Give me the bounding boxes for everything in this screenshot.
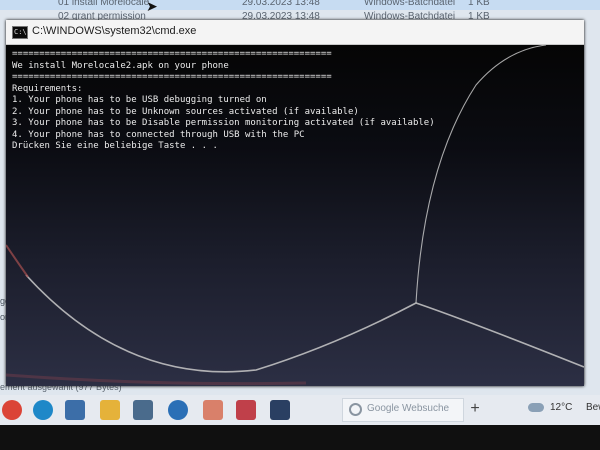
window-title: C:\WINDOWS\system32\cmd.exe — [32, 25, 197, 37]
cmd-window[interactable]: C:\ C:\WINDOWS\system32\cmd.exe ========… — [6, 20, 584, 386]
app-icon[interactable] — [203, 400, 223, 420]
monitor-bezel — [0, 425, 600, 450]
network-app-icon[interactable] — [168, 400, 188, 420]
file-size: 1 KB — [468, 0, 490, 8]
console-output[interactable]: ========================================… — [6, 45, 584, 386]
search-placeholder: Google Websuche — [367, 403, 450, 414]
edge-icon[interactable] — [33, 400, 53, 420]
search-input[interactable]: Google Websuche — [342, 398, 464, 422]
screen-crack-overlay — [6, 45, 584, 386]
weather-temperature: 12°C — [550, 402, 573, 413]
cloud-icon — [528, 403, 544, 412]
app-icon[interactable] — [65, 400, 85, 420]
file-type: Windows-Batchdatei — [364, 0, 456, 8]
mouse-cursor-icon: ➤ — [146, 0, 158, 14]
file-name: 01 install Morelocale — [58, 0, 150, 8]
file-explorer-icon[interactable] — [100, 400, 120, 420]
remote-desktop-icon[interactable] — [133, 400, 153, 420]
file-row[interactable]: 01 install Morelocale 29.03.2023 13:48 W… — [0, 0, 600, 10]
console-icon: C:\ — [12, 26, 28, 39]
cmd-titlebar[interactable]: C:\ C:\WINDOWS\system32\cmd.exe — [6, 20, 584, 45]
taskbar — [0, 395, 600, 425]
search-icon — [349, 403, 362, 416]
screen-icon[interactable] — [270, 400, 290, 420]
photos-icon[interactable] — [236, 400, 256, 420]
chrome-icon[interactable] — [2, 400, 22, 420]
new-tab-button[interactable]: + — [466, 398, 484, 420]
weather-description: Bewöl — [586, 402, 600, 413]
file-date: 29.03.2023 13:48 — [242, 0, 320, 8]
